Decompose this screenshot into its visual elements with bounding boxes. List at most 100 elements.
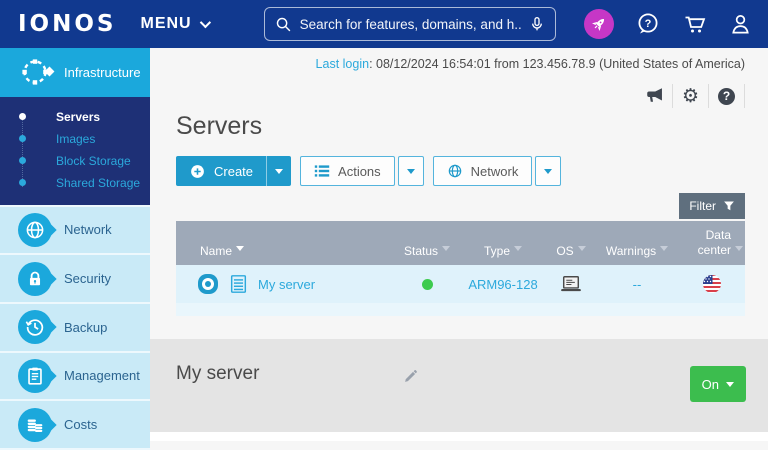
create-dropdown-button[interactable] bbox=[266, 156, 291, 186]
search-bar[interactable] bbox=[263, 7, 556, 41]
server-icon bbox=[229, 274, 248, 294]
header-label: Name bbox=[200, 244, 233, 258]
caret-down-icon bbox=[544, 169, 553, 178]
last-login-bar: Last login: 08/12/2024 16:54:01 from 123… bbox=[150, 48, 768, 71]
server-detail-panel: My server On bbox=[150, 339, 768, 432]
create-button-group: Create bbox=[176, 156, 292, 186]
sidebar-item-label: Security bbox=[64, 271, 111, 287]
last-login-link[interactable]: Last login bbox=[316, 57, 370, 71]
menu-button[interactable]: MENU bbox=[140, 15, 211, 33]
subitem-label: Shared Storage bbox=[56, 175, 141, 190]
column-header-os[interactable]: OS bbox=[547, 244, 595, 258]
globe-icon bbox=[447, 163, 463, 179]
utility-icons: ⚙ ? bbox=[150, 84, 768, 108]
content-bottom-spacer bbox=[150, 432, 768, 441]
network-dropdown-button[interactable] bbox=[535, 156, 562, 186]
power-state-button[interactable]: On bbox=[689, 366, 746, 402]
help-icon: ? bbox=[718, 87, 735, 105]
plus-circle-icon bbox=[189, 163, 206, 180]
server-name-link[interactable]: My server bbox=[258, 277, 315, 292]
header-label: OS bbox=[556, 244, 574, 258]
header-label: Status bbox=[403, 244, 439, 258]
subitem-label: Images bbox=[56, 131, 96, 146]
subitem-label: Servers bbox=[56, 109, 101, 124]
rocket-icon bbox=[590, 15, 608, 33]
create-label: Create bbox=[214, 163, 254, 179]
actions-button[interactable]: Actions bbox=[300, 156, 395, 186]
column-header-type[interactable]: Type bbox=[459, 244, 547, 258]
sort-caret-icon bbox=[660, 246, 669, 255]
search-icon bbox=[275, 16, 292, 33]
backup-clock-icon bbox=[18, 310, 52, 345]
caret-down-icon bbox=[275, 169, 284, 178]
microphone-icon[interactable] bbox=[529, 15, 545, 33]
feedback-bubble-button[interactable]: ? bbox=[635, 11, 661, 37]
us-flag-icon bbox=[702, 274, 722, 294]
sidebar-item-label: Backup bbox=[64, 319, 108, 335]
main-content: Last login: 08/12/2024 16:54:01 from 123… bbox=[150, 48, 768, 450]
row-radio-selected[interactable] bbox=[205, 281, 211, 287]
sort-caret-icon bbox=[577, 246, 586, 255]
assistant-rocket-button[interactable] bbox=[584, 9, 614, 39]
actions-button-group: Actions bbox=[300, 156, 424, 186]
sidebar-item-costs[interactable]: Costs bbox=[0, 399, 150, 448]
column-header-datacenter[interactable]: Data center bbox=[679, 228, 745, 258]
sidebar-subitem-servers[interactable]: Servers bbox=[0, 106, 150, 128]
infrastructure-submenu: Servers Images Block Storage Shared Stor… bbox=[0, 96, 150, 205]
clipboard-icon bbox=[18, 358, 52, 393]
sidebar-subitem-block-storage[interactable]: Block Storage bbox=[0, 150, 150, 172]
lock-icon bbox=[18, 261, 52, 296]
power-state-label: On bbox=[701, 376, 719, 392]
caret-down-icon bbox=[406, 169, 415, 178]
os-laptop-icon bbox=[559, 275, 583, 294]
svg-text:?: ? bbox=[645, 18, 652, 30]
sidebar-item-label: Infrastructure bbox=[64, 64, 141, 80]
toolbar: Create Actions Network bbox=[176, 156, 768, 186]
announcements-button[interactable] bbox=[637, 84, 673, 108]
sidebar: Infrastructure Servers Images Block Stor… bbox=[0, 48, 150, 450]
header-label: Warnings bbox=[605, 244, 657, 258]
coins-icon bbox=[18, 407, 52, 442]
gear-icon: ⚙ bbox=[681, 84, 700, 107]
actions-label: Actions bbox=[338, 163, 381, 179]
top-navigation-bar: IONOS MENU ? bbox=[0, 0, 768, 48]
megaphone-icon bbox=[645, 87, 665, 105]
page-title: Servers bbox=[176, 112, 263, 140]
sidebar-item-infrastructure[interactable]: Infrastructure bbox=[0, 48, 150, 97]
list-icon bbox=[314, 164, 330, 178]
menu-label: MENU bbox=[140, 15, 192, 32]
column-header-warnings[interactable]: Warnings bbox=[595, 244, 679, 258]
create-button[interactable]: Create bbox=[176, 156, 266, 186]
sidebar-subitem-shared-storage[interactable]: Shared Storage bbox=[0, 172, 150, 194]
account-button[interactable] bbox=[729, 12, 752, 36]
search-input[interactable] bbox=[299, 16, 521, 32]
table-footer-strip bbox=[176, 303, 745, 316]
sidebar-item-backup[interactable]: Backup bbox=[0, 301, 150, 351]
header-label: Type bbox=[483, 244, 510, 258]
subitem-label: Block Storage bbox=[56, 153, 131, 168]
sidebar-subitem-images[interactable]: Images bbox=[0, 128, 150, 150]
sidebar-item-security[interactable]: Security bbox=[0, 253, 150, 302]
sort-caret-icon bbox=[236, 246, 245, 255]
sidebar-item-management[interactable]: Management bbox=[0, 350, 150, 400]
sidebar-item-network[interactable]: Network bbox=[0, 204, 150, 254]
ionos-logo[interactable]: IONOS bbox=[18, 11, 116, 37]
server-type-link[interactable]: ARM96-128 bbox=[468, 277, 537, 292]
column-header-status[interactable]: Status bbox=[395, 244, 459, 258]
edit-pencil-icon[interactable] bbox=[403, 369, 418, 384]
cart-button[interactable] bbox=[682, 12, 708, 36]
table-row[interactable]: My server ARM96-128 -- bbox=[176, 265, 745, 303]
filter-button[interactable]: Filter bbox=[679, 193, 745, 219]
actions-dropdown-button[interactable] bbox=[397, 156, 424, 186]
sort-caret-icon bbox=[735, 246, 743, 255]
column-header-name[interactable]: Name bbox=[176, 244, 395, 258]
help-button[interactable]: ? bbox=[709, 84, 745, 108]
settings-button[interactable]: ⚙ bbox=[673, 84, 709, 108]
network-button[interactable]: Network bbox=[432, 156, 533, 186]
sidebar-item-label: Management bbox=[64, 368, 140, 384]
chevron-down-icon bbox=[199, 16, 211, 29]
network-icon bbox=[18, 212, 52, 247]
header-label: Data center bbox=[697, 228, 731, 257]
sort-caret-icon bbox=[514, 246, 522, 255]
sidebar-item-label: Network bbox=[64, 222, 112, 238]
